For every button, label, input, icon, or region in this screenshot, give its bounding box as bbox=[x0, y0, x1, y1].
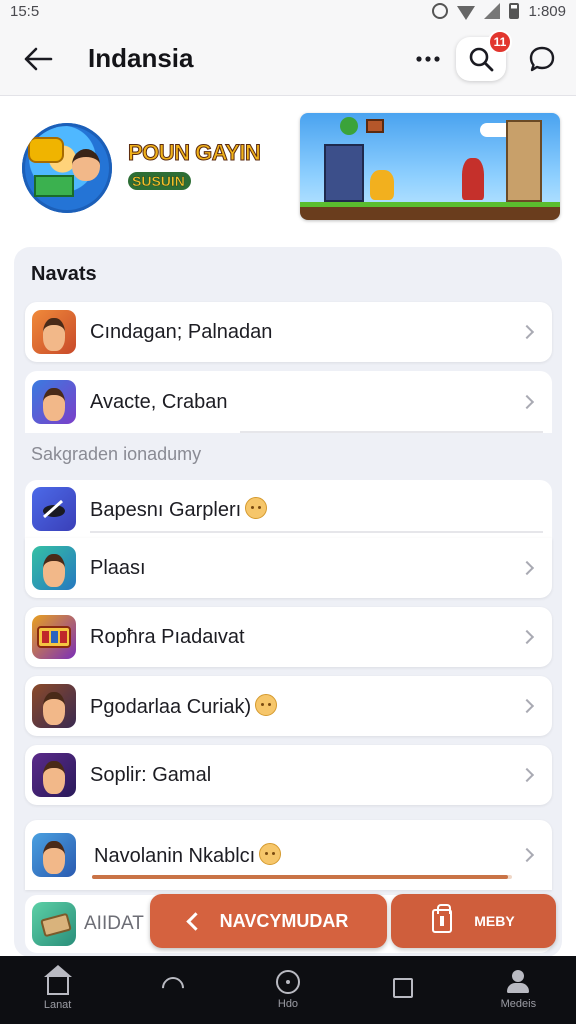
chevron-right-icon bbox=[519, 698, 535, 714]
item-label: AIIDAT bbox=[84, 913, 144, 934]
primary-action-button[interactable]: NAVCYMUDAR bbox=[150, 894, 387, 948]
promo-subtitle: SUSUIN bbox=[128, 172, 191, 190]
nav-label: Hdo bbox=[277, 998, 299, 1010]
item-label: Soplir: Gamal bbox=[90, 763, 212, 786]
item-label: Pgodarlaa Curiak) bbox=[90, 693, 522, 719]
emoji-icon bbox=[255, 693, 278, 716]
chevron-right-icon bbox=[519, 847, 535, 863]
divider bbox=[90, 531, 543, 533]
share-arrow-icon bbox=[185, 911, 205, 931]
chat-bubble-icon bbox=[529, 46, 555, 71]
game-icon bbox=[32, 615, 76, 659]
home-icon bbox=[43, 965, 72, 995]
wifi-icon bbox=[457, 6, 476, 20]
chevron-right-icon bbox=[519, 629, 535, 645]
secondary-action-label: MEBY bbox=[474, 913, 515, 929]
primary-action-label: NAVCYMUDAR bbox=[219, 910, 349, 931]
game-icon bbox=[32, 902, 76, 946]
game-icon bbox=[32, 380, 76, 424]
promo-title: POUN GAYIN bbox=[127, 140, 261, 166]
progress-fill bbox=[92, 875, 508, 879]
search-button[interactable]: 11 bbox=[456, 29, 512, 81]
battery-icon bbox=[509, 3, 520, 19]
alarm-icon bbox=[432, 3, 449, 19]
nav-item-back[interactable] bbox=[123, 972, 223, 1004]
emoji-icon bbox=[245, 496, 268, 519]
circle-icon bbox=[275, 970, 300, 994]
item-label: Plaası bbox=[90, 556, 146, 579]
chevron-right-icon bbox=[519, 324, 535, 340]
chevron-right-icon bbox=[519, 767, 535, 783]
item-label: Cındagan; Palnadan bbox=[90, 320, 273, 343]
list-item[interactable]: Ropħra Pıadaιvat bbox=[25, 607, 552, 667]
game-icon bbox=[32, 310, 76, 354]
item-label-text: Bapesnı Garplerı bbox=[90, 498, 242, 521]
nav-item-profile[interactable]: Medeis bbox=[468, 970, 568, 1010]
list-item[interactable]: Avacte, Craban bbox=[25, 371, 552, 433]
promo-game-avatar[interactable] bbox=[22, 123, 112, 213]
list-item[interactable]: Pgodarlaa Curiak) bbox=[25, 676, 552, 736]
chat-button[interactable] bbox=[520, 37, 564, 81]
chevron-right-icon bbox=[519, 394, 535, 410]
chevron-right-icon bbox=[519, 560, 535, 576]
item-label-text: Navolanin Nkablcı bbox=[94, 844, 256, 867]
list-item[interactable]: Navolanin Nkablcı bbox=[25, 820, 552, 890]
divider bbox=[240, 431, 543, 433]
nav-label: Lanat bbox=[43, 999, 72, 1011]
bottom-navigation: Lanat Hdo Medeis bbox=[0, 956, 576, 1024]
hockey-puck-icon bbox=[43, 499, 65, 519]
notification-badge: 11 bbox=[488, 29, 512, 54]
shopping-bag-icon bbox=[432, 904, 453, 933]
page-title: Indansia bbox=[88, 43, 194, 73]
game-icon bbox=[32, 833, 76, 877]
status-bar: 15:5 1:809 bbox=[0, 0, 576, 22]
nav-item-recents[interactable] bbox=[353, 978, 453, 1002]
slot-machine-icon bbox=[37, 626, 71, 648]
back-button[interactable] bbox=[8, 22, 68, 96]
status-icons: 1:809 bbox=[432, 3, 566, 20]
promo-game-banner[interactable] bbox=[300, 113, 560, 220]
back-icon bbox=[157, 972, 189, 1004]
game-icon bbox=[32, 487, 76, 531]
square-icon bbox=[393, 978, 414, 998]
nav-item-home[interactable]: Lanat bbox=[8, 965, 108, 1011]
status-time: 15:5 bbox=[10, 2, 40, 20]
item-label: Bapesnı Garplerı bbox=[90, 496, 552, 522]
game-icon bbox=[32, 753, 76, 797]
nav-label: Medeis bbox=[500, 998, 537, 1010]
list-item[interactable]: Soplir: Gamal bbox=[25, 745, 552, 805]
game-icon bbox=[32, 546, 76, 590]
item-label: Ropħra Pıadaιvat bbox=[90, 625, 245, 648]
emoji-icon bbox=[259, 842, 282, 865]
secondary-action-button[interactable]: MEBY bbox=[391, 894, 556, 948]
progress-bar bbox=[92, 875, 512, 879]
person-icon bbox=[506, 970, 530, 994]
arrow-left-icon bbox=[24, 47, 53, 70]
app-header: Indansia 11 bbox=[0, 22, 576, 96]
list-subheader: Sakgraden ionadumy bbox=[31, 444, 202, 464]
list-item[interactable]: Cındagan; Palnadan bbox=[25, 302, 552, 362]
item-label: Avacte, Craban bbox=[90, 390, 228, 413]
list-item[interactable]: Bapesnı Garplerı bbox=[25, 480, 552, 538]
signal-icon bbox=[484, 3, 501, 19]
more-dots-icon bbox=[416, 55, 440, 62]
section-title: Navats bbox=[31, 263, 97, 285]
item-label: Navolanin Nkablcı bbox=[94, 842, 522, 868]
game-icon bbox=[32, 684, 76, 728]
list-item[interactable]: Plaası bbox=[25, 538, 552, 598]
more-button[interactable] bbox=[408, 39, 448, 79]
item-label-text: Pgodarlaa Curiak) bbox=[90, 695, 252, 718]
nav-item-hdo[interactable]: Hdo bbox=[238, 970, 338, 1010]
status-clock: 1:809 bbox=[528, 2, 566, 20]
